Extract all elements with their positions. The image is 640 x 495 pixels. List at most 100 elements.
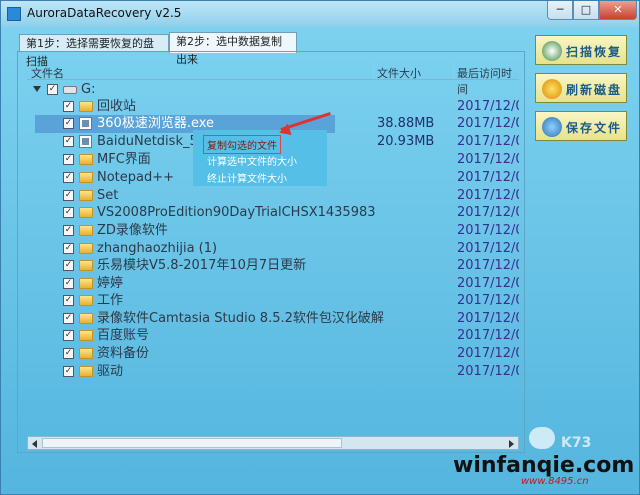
expand-triangle-icon[interactable] — [33, 86, 41, 92]
item-date: 2017/12/0 — [457, 152, 519, 167]
file-list-header: 文件名 文件大小 最后访问时间 — [27, 63, 519, 96]
folder-icon — [79, 190, 93, 201]
context-menu: 复制勾选的文件 计算选中文件的大小 终止计算文件大小 — [193, 130, 327, 186]
item-size: 20.93MB — [377, 134, 435, 149]
item-name: VS2008ProEdition90DayTrialCHSX1435983 — [97, 205, 376, 220]
folder-icon — [79, 243, 93, 254]
checkbox[interactable]: ✓ — [63, 313, 74, 324]
scroll-right-icon[interactable] — [509, 440, 514, 448]
folder-icon — [79, 172, 93, 183]
checkbox[interactable]: ✓ — [63, 136, 74, 147]
tree-row[interactable]: ✓ 百度账号 2017/12/0 — [27, 327, 519, 345]
site-watermark: winfanqie.com — [453, 453, 635, 478]
tree-row[interactable]: ✓ VS2008ProEdition90DayTrialCHSX1435983 … — [27, 204, 519, 222]
item-date: 2017/12/0 — [457, 134, 519, 149]
item-name: 回收站 — [97, 99, 137, 114]
folder-icon — [79, 366, 93, 377]
item-date: 2017/12/0 — [457, 99, 519, 114]
item-date: 2017/12/0 — [457, 258, 519, 273]
tree-row[interactable]: ✓ 乐易模块V5.8-2017年10月7日更新 2017/12/0 — [27, 257, 519, 275]
save-file-label: 保存文件 — [566, 121, 623, 135]
corner-watermark: K73 — [561, 435, 592, 451]
checkbox[interactable]: ✓ — [63, 243, 74, 254]
item-name: 资料备份 — [97, 346, 150, 361]
folder-icon — [79, 348, 93, 359]
column-header-size[interactable]: 文件大小 — [377, 65, 421, 81]
scan-recover-label: 扫描恢复 — [566, 45, 623, 59]
minimize-button[interactable]: ─ — [547, 1, 573, 20]
menu-item-calc-size[interactable]: 计算选中文件的大小 — [207, 153, 297, 168]
item-date: 2017/12/0 — [457, 205, 519, 220]
checkbox[interactable]: ✓ — [63, 260, 74, 271]
checkbox[interactable]: ✓ — [63, 118, 74, 129]
tree-row[interactable]: ✓ zhanghaozhijia (1) 2017/12/0 — [27, 240, 519, 258]
tree-drive-row[interactable]: ✓ G: — [27, 81, 519, 99]
checkbox[interactable]: ✓ — [47, 84, 58, 95]
tree-row[interactable]: ✓ Set 2017/12/0 — [27, 187, 519, 205]
tree-row[interactable]: ✓ 婷婷 2017/12/0 — [27, 275, 519, 293]
item-date: 2017/12/0 — [457, 116, 519, 131]
checkbox[interactable]: ✓ — [63, 154, 74, 165]
scroll-left-icon[interactable] — [32, 440, 37, 448]
menu-item-stop-calc[interactable]: 终止计算文件大小 — [207, 170, 287, 185]
folder-icon — [79, 260, 93, 271]
item-name: 百度账号 — [97, 328, 150, 343]
checkbox[interactable]: ✓ — [63, 330, 74, 341]
column-divider[interactable] — [453, 63, 454, 79]
tab-step2-copy[interactable]: 第2步：选中数据复制出来 — [169, 32, 297, 66]
item-date: 2017/12/0 — [457, 293, 519, 308]
checkbox[interactable]: ✓ — [63, 190, 74, 201]
drive-icon — [63, 86, 77, 94]
checkbox[interactable]: ✓ — [63, 295, 74, 306]
tree-row[interactable]: ✓ 资料备份 2017/12/0 — [27, 345, 519, 363]
site-watermark-sub: www.8495.cn — [521, 476, 589, 487]
menu-item-copy-checked[interactable]: 复制勾选的文件 — [203, 135, 281, 154]
tree-row[interactable]: ✓ ZD录像软件 2017/12/0 — [27, 222, 519, 240]
folder-icon — [79, 295, 93, 306]
checkbox[interactable]: ✓ — [63, 101, 74, 112]
checkbox[interactable]: ✓ — [63, 207, 74, 218]
item-name: 乐易模块V5.8-2017年10月7日更新 — [97, 258, 307, 273]
item-date: 2017/12/0 — [457, 170, 519, 185]
save-file-button[interactable]: 保存文件 — [535, 111, 627, 141]
folder-icon — [79, 154, 93, 165]
refresh-disk-button[interactable]: 刷新磁盘 — [535, 73, 627, 103]
tree-row[interactable]: ✓ 录像软件Camtasia Studio 8.5.2软件包汉化破解 2017/… — [27, 310, 519, 328]
maximize-button[interactable]: □ — [573, 1, 599, 20]
scan-recover-button[interactable]: 扫描恢复 — [535, 35, 627, 65]
folder-icon — [79, 101, 93, 112]
item-name: MFC界面 — [97, 152, 151, 167]
item-date: 2017/12/0 — [457, 223, 519, 238]
item-name: 录像软件Camtasia Studio 8.5.2软件包汉化破解 — [97, 311, 384, 326]
tree-row[interactable]: ✓ 工作 2017/12/0 — [27, 292, 519, 310]
tree-row[interactable]: ✓ 驱动 2017/12/0 — [27, 363, 519, 381]
app-window: AuroraDataRecovery v2.5 ─ □ ✕ 第1步：选择需要恢复… — [0, 0, 640, 495]
item-name: ZD录像软件 — [97, 223, 168, 238]
tree-row[interactable]: ✓ 回收站 2017/12/0 — [27, 98, 519, 116]
scrollbar-thumb[interactable] — [42, 438, 342, 448]
close-button[interactable]: ✕ — [599, 1, 637, 20]
checkbox[interactable]: ✓ — [63, 366, 74, 377]
item-date: 2017/12/0 — [457, 328, 519, 343]
item-name: Notepad++ — [97, 170, 175, 185]
refresh-disk-label: 刷新磁盘 — [566, 83, 623, 97]
column-divider[interactable] — [373, 63, 374, 79]
column-header-name[interactable]: 文件名 — [31, 65, 64, 81]
file-icon — [79, 117, 92, 130]
folder-icon — [79, 330, 93, 341]
folder-icon — [79, 207, 93, 218]
scan-icon — [542, 41, 562, 61]
item-date: 2017/12/0 — [457, 346, 519, 361]
horizontal-scrollbar[interactable] — [27, 436, 519, 450]
paw-watermark-icon — [529, 427, 555, 449]
checkbox[interactable]: ✓ — [63, 348, 74, 359]
item-name: 驱动 — [97, 364, 124, 379]
item-date: 2017/12/0 — [457, 188, 519, 203]
title-bar: AuroraDataRecovery v2.5 ─ □ ✕ — [1, 1, 639, 27]
file-icon — [79, 135, 92, 148]
checkbox[interactable]: ✓ — [63, 278, 74, 289]
checkbox[interactable]: ✓ — [63, 225, 74, 236]
folder-icon — [79, 313, 93, 324]
tab-step1-scan[interactable]: 第1步：选择需要恢复的盘扫描 — [19, 34, 169, 68]
checkbox[interactable]: ✓ — [63, 172, 74, 183]
